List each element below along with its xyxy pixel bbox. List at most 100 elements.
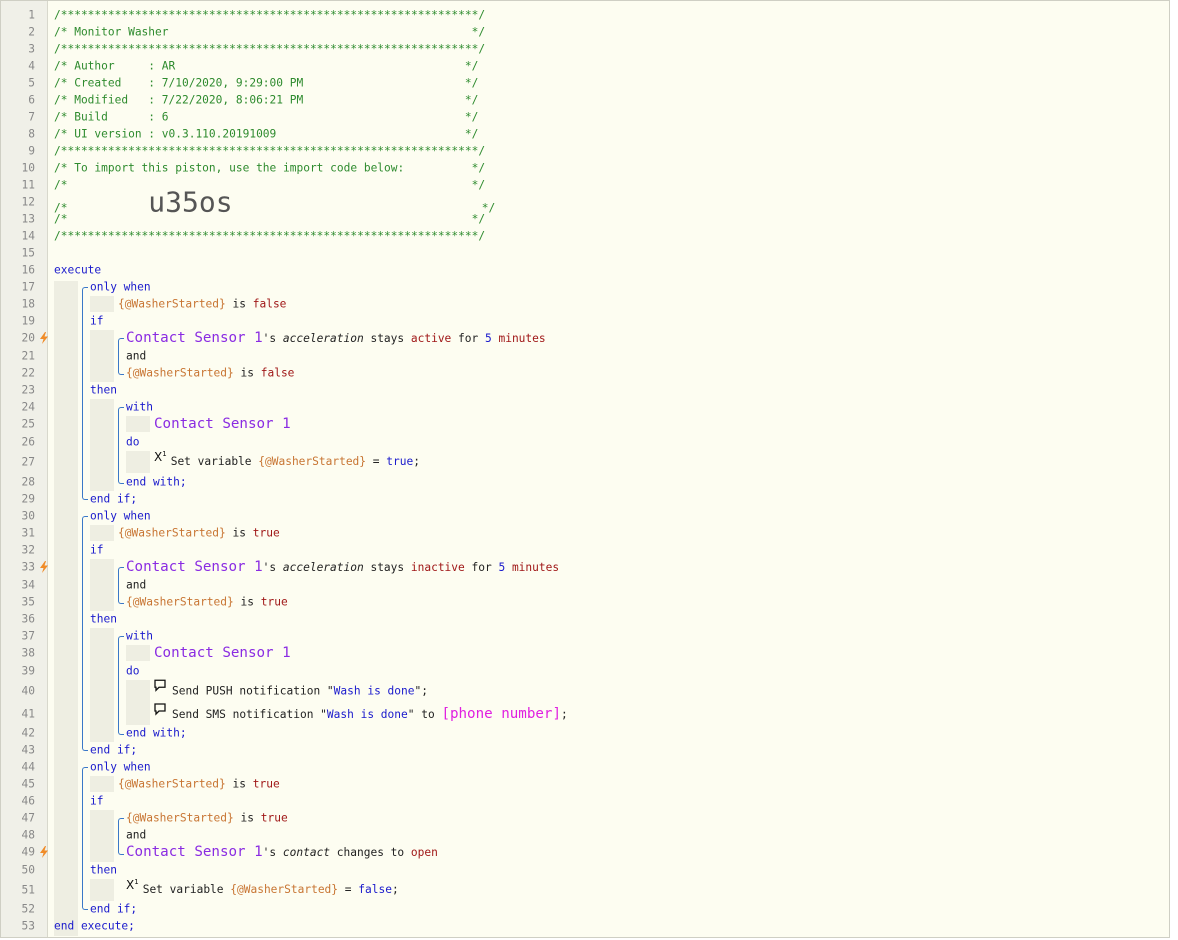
comment-text: /***************************************… [54, 229, 486, 242]
line-number: 19 [21, 314, 35, 327]
and-operator[interactable]: and [126, 578, 146, 591]
import-comment: /* To import this piston, use the import… [54, 161, 486, 174]
with-keyword[interactable]: with [126, 400, 153, 413]
attribute-token: acceleration [282, 332, 364, 345]
piston-name-comment: /* Monitor Washer */ [54, 25, 486, 38]
device-token: Contact Sensor 1 [126, 330, 263, 346]
then-keyword[interactable]: then [90, 383, 117, 396]
line-number: 36 [21, 612, 35, 625]
lightning-bolt-icon [40, 846, 48, 858]
code-line: 17 only when [1, 278, 1169, 295]
line-number: 26 [21, 435, 35, 448]
line-number: 17 [21, 280, 35, 293]
line-number: 33 [21, 560, 35, 574]
end-if-keyword[interactable]: end if; [90, 743, 137, 756]
if-keyword[interactable]: if [90, 314, 103, 327]
code-line: 10 /* To import this piston, use the imp… [1, 159, 1169, 176]
code-line: 15 [1, 244, 1169, 261]
trigger-condition[interactable]: Contact Sensor 1's acceleration stays in… [126, 559, 559, 575]
device-token[interactable]: Contact Sensor 1 [154, 645, 291, 661]
piston-code-view: 1 /*************************************… [0, 0, 1170, 938]
line-number: 35 [21, 595, 35, 608]
set-variable-statement[interactable]: X1Set variable {@WasherStarted} = false; [126, 878, 399, 897]
line-number: 47 [21, 811, 35, 824]
code-line: 14 /************************************… [1, 227, 1169, 244]
line-number: 20 [21, 331, 35, 345]
line-number: 42 [21, 726, 35, 740]
end-if-keyword[interactable]: end if; [90, 492, 137, 505]
line-number: 34 [21, 578, 35, 591]
code-line: 19 if [1, 312, 1169, 329]
code-line: 50 then [1, 861, 1169, 878]
if-keyword[interactable]: if [90, 543, 103, 556]
line-number: 7 [28, 110, 35, 123]
set-variable-statement[interactable]: X1Set variable {@WasherStarted} = true; [154, 450, 420, 469]
code-line: 42 end with; [1, 725, 1169, 741]
trigger-condition[interactable]: Contact Sensor 1's contact changes to op… [126, 844, 438, 860]
device-token[interactable]: Contact Sensor 1 [154, 416, 291, 432]
lightning-bolt-icon [40, 332, 48, 344]
code-line: 12 /* u35os */ [1, 185, 1169, 218]
code-line: 43 end if; [1, 741, 1169, 758]
do-keyword[interactable]: do [126, 664, 139, 677]
end-execute-keyword[interactable]: end execute; [54, 919, 135, 932]
send-sms-statement[interactable]: Send SMS notification "Wash is done" to … [154, 703, 568, 722]
lightning-bolt-icon [40, 561, 48, 573]
then-keyword[interactable]: then [90, 612, 117, 625]
code-line: 2 /* Monitor Washer */ [1, 23, 1169, 40]
and-operator[interactable]: and [126, 828, 146, 841]
condition[interactable]: {@WasherStarted} is true [118, 526, 280, 539]
line-number: 9 [28, 144, 35, 157]
line-number: 13 [21, 212, 35, 225]
only-when-keyword[interactable]: only when [90, 509, 151, 522]
line-number: 12 [21, 195, 35, 208]
condition[interactable]: {@WasherStarted} is false [118, 297, 286, 310]
only-when-keyword[interactable]: only when [90, 760, 151, 773]
line-number: 41 [21, 707, 35, 720]
then-keyword[interactable]: then [90, 863, 117, 876]
with-keyword[interactable]: with [126, 629, 153, 642]
code-line: 36 then [1, 610, 1169, 627]
end-if-keyword[interactable]: end if; [90, 902, 137, 915]
line-number: 10 [21, 161, 35, 174]
code-line: 24 with [1, 398, 1169, 415]
ui-version-comment: /* UI version : v0.3.110.20191009 */ [54, 127, 479, 140]
trigger-condition[interactable]: Contact Sensor 1's acceleration stays ac… [126, 330, 546, 346]
if-keyword[interactable]: if [90, 794, 103, 807]
code-line: 47 {@WasherStarted} is true [1, 809, 1169, 826]
code-line: 26 do [1, 433, 1169, 450]
end-with-keyword[interactable]: end with; [126, 727, 187, 740]
line-number: 51 [21, 883, 35, 896]
code-line: 8 /* UI version : v0.3.110.20191009 */ [1, 125, 1169, 142]
send-push-statement[interactable]: Send PUSH notification "Wash is done"; [154, 679, 428, 698]
code-line: 31 {@WasherStarted} is true [1, 524, 1169, 541]
code-line: 52 end if; [1, 900, 1169, 917]
value-token: false [252, 297, 287, 310]
code-line: 34 and [1, 576, 1169, 593]
do-keyword[interactable]: do [126, 435, 139, 448]
code-line: 4 /* Author : AR */ [1, 57, 1169, 74]
code-line: 37 with [1, 627, 1169, 644]
and-operator[interactable]: and [126, 349, 146, 362]
line-number: 14 [21, 229, 35, 242]
x-superscript-1-icon: X1 [154, 449, 167, 464]
line-number: 5 [28, 76, 35, 89]
code-line: 18 {@WasherStarted} is false [1, 295, 1169, 312]
condition[interactable]: {@WasherStarted} is true [118, 777, 280, 790]
line-number: 46 [21, 794, 35, 807]
end-with-keyword[interactable]: end with; [126, 475, 187, 488]
comment-text: /* */ [54, 212, 486, 225]
created-comment: /* Created : 7/10/2020, 9:29:00 PM */ [54, 76, 479, 89]
line-number: 39 [21, 664, 35, 677]
phone-number-placeholder: [phone number] [441, 705, 562, 722]
code-line: 25 Contact Sensor 1 [1, 415, 1169, 433]
code-line: 48 and [1, 826, 1169, 843]
condition[interactable]: {@WasherStarted} is true [126, 595, 288, 608]
line-number: 38 [21, 646, 35, 660]
code-line: 6 /* Modified : 7/22/2020, 8:06:21 PM */ [1, 91, 1169, 108]
condition[interactable]: {@WasherStarted} is true [126, 811, 288, 824]
only-when-keyword[interactable]: only when [90, 280, 151, 293]
condition[interactable]: {@WasherStarted} is false [126, 366, 294, 379]
execute-keyword[interactable]: execute [54, 263, 101, 276]
line-number: 4 [28, 59, 35, 72]
